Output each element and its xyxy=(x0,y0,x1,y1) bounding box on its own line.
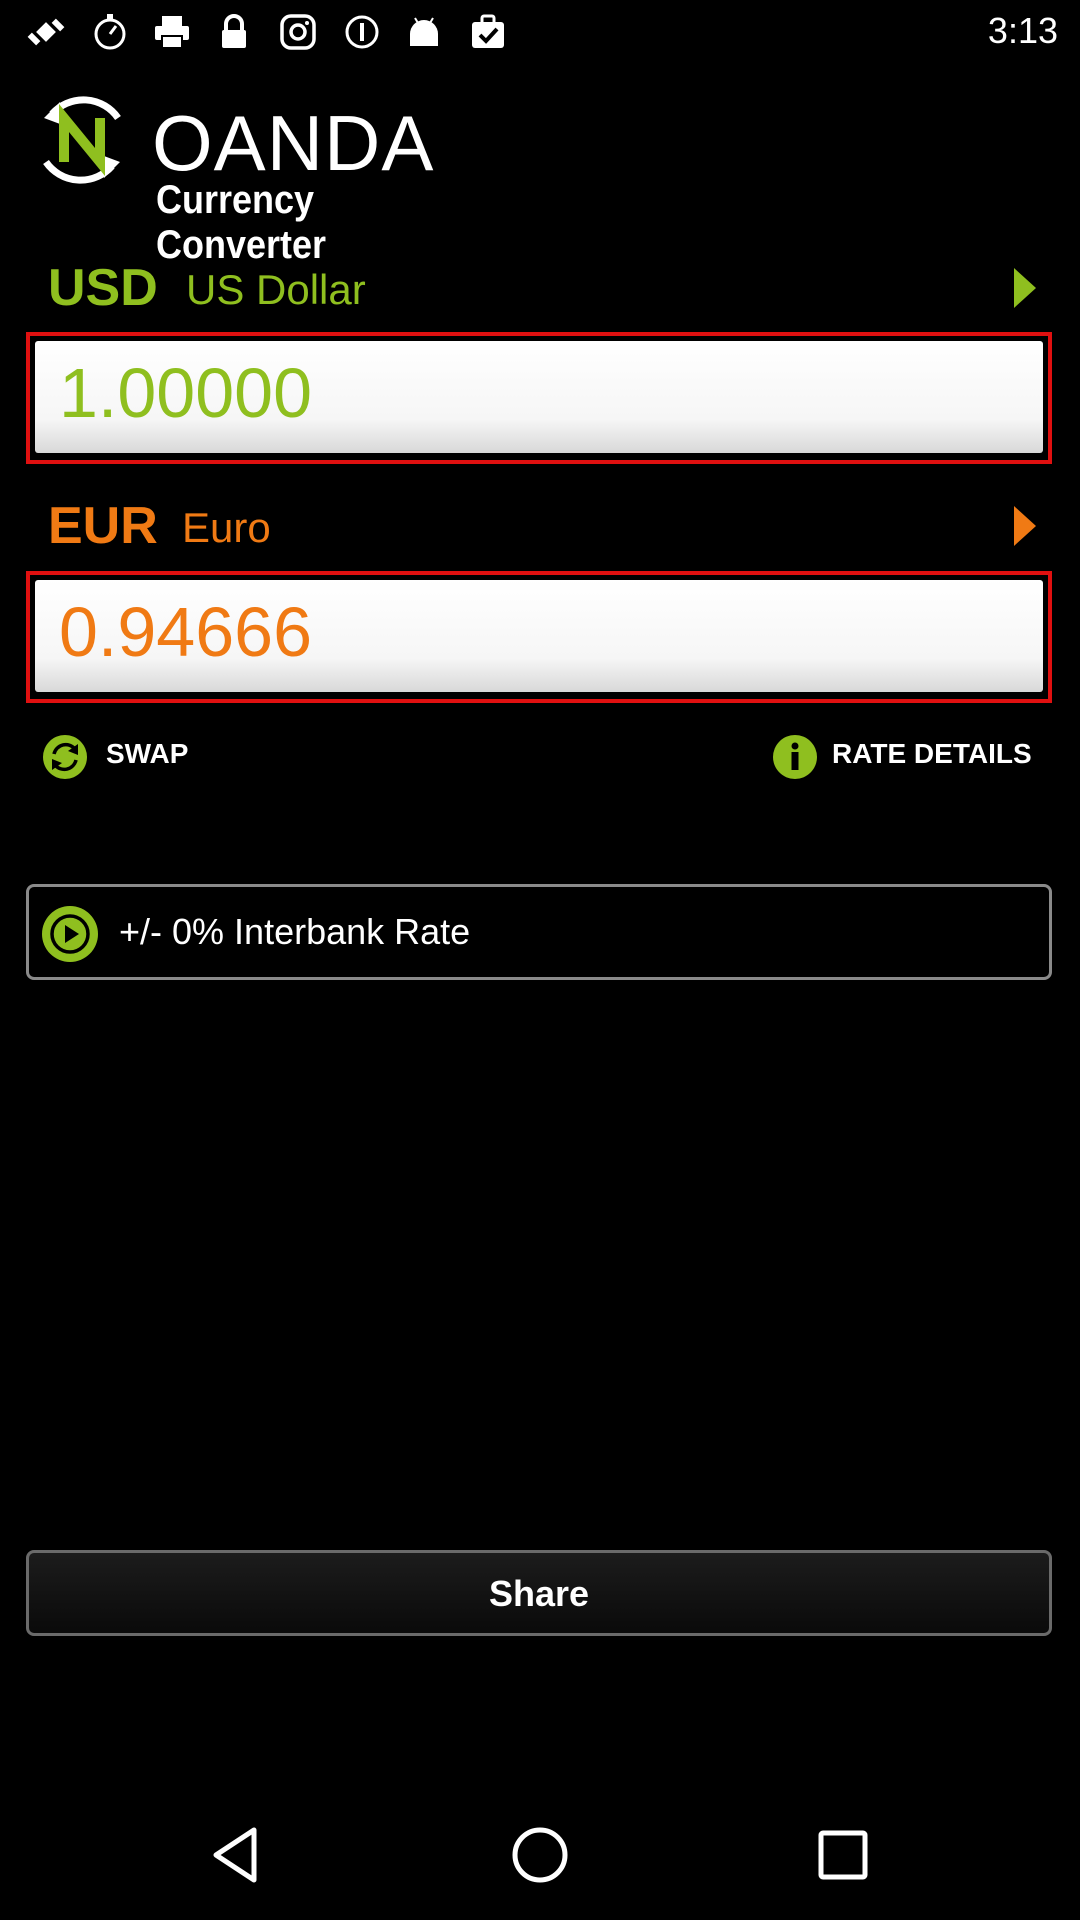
home-icon[interactable] xyxy=(505,1820,575,1890)
status-time: 3:13 xyxy=(987,10,1058,51)
navigation-bar xyxy=(0,1790,1080,1920)
swap-label: SWAP xyxy=(106,738,189,769)
instagram-icon xyxy=(280,14,316,50)
recents-icon[interactable] xyxy=(808,1820,878,1890)
brand-name: OANDA xyxy=(152,99,435,187)
from-amount-value: 1.00000 xyxy=(59,354,313,432)
play-circle-icon xyxy=(42,906,98,962)
to-currency-selector[interactable]: EUR Euro xyxy=(48,496,1038,566)
chevron-right-icon xyxy=(1014,506,1036,546)
info-circle-icon xyxy=(345,15,379,49)
share-label: Share xyxy=(488,1573,590,1614)
printer-icon xyxy=(155,16,189,49)
android-icon xyxy=(410,17,438,46)
interbank-rate-label: +/- 0% Interbank Rate xyxy=(119,911,471,952)
from-currency-selector[interactable]: USD US Dollar xyxy=(48,258,1038,328)
from-currency-name: US Dollar xyxy=(186,266,366,313)
oanda-logo: OANDA Currency Converter xyxy=(30,88,490,267)
info-icon xyxy=(773,735,817,779)
to-currency-code: EUR xyxy=(48,497,158,555)
swap-icon xyxy=(43,735,87,779)
to-amount-value: 0.94666 xyxy=(59,593,313,671)
stopwatch-icon xyxy=(94,14,126,50)
share-button[interactable]: Share xyxy=(26,1550,1052,1636)
rate-details-label: RATE DETAILS xyxy=(832,738,1032,769)
from-currency-code: USD xyxy=(48,259,158,317)
checklist-icon xyxy=(472,14,504,48)
chevron-right-icon xyxy=(1014,268,1036,308)
to-amount-field[interactable]: 0.94666 xyxy=(26,571,1052,703)
from-amount-field[interactable]: 1.00000 xyxy=(26,332,1052,464)
interbank-rate-selector[interactable]: +/- 0% Interbank Rate xyxy=(26,884,1052,980)
swap-button[interactable]: SWAP xyxy=(42,732,202,782)
oanda-logo-icon xyxy=(43,96,121,184)
rate-details-button[interactable]: RATE DETAILS xyxy=(772,732,1052,782)
satellite-icon xyxy=(27,18,65,46)
back-icon[interactable] xyxy=(202,1820,272,1890)
to-currency-name: Euro xyxy=(182,504,271,551)
status-bar: 3:13 xyxy=(0,0,1080,62)
app-subtitle: Currency Converter xyxy=(156,178,327,267)
lock-icon xyxy=(222,14,246,48)
